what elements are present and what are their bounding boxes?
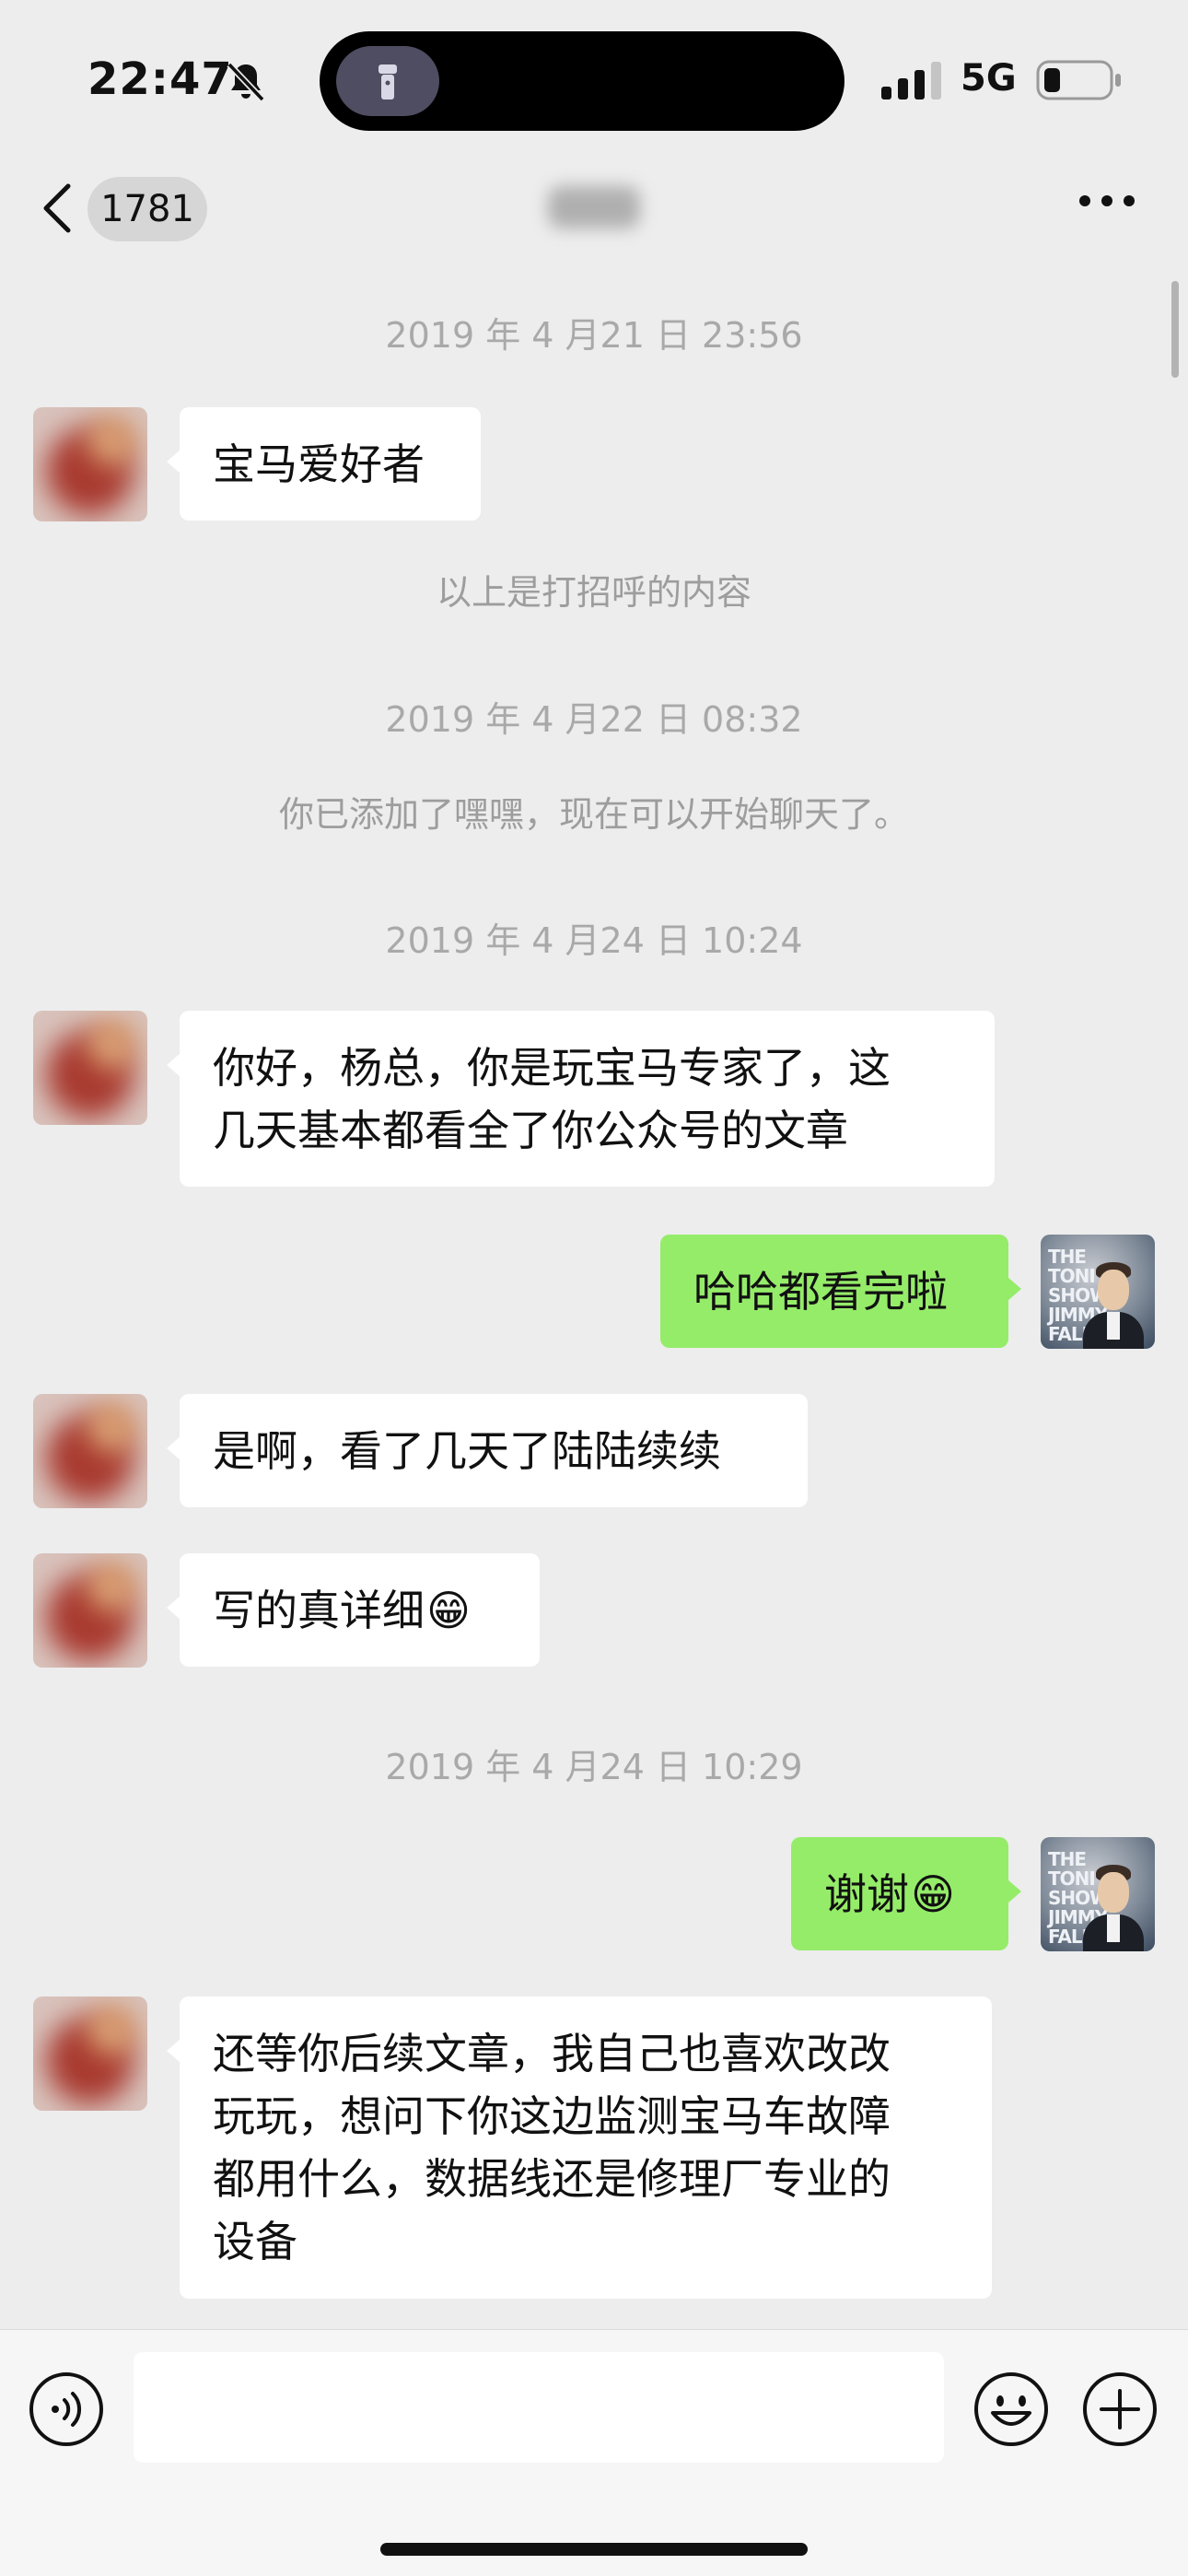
bell-slash-icon bbox=[227, 62, 265, 102]
dynamic-island bbox=[320, 31, 844, 131]
contact-avatar[interactable] bbox=[33, 1011, 147, 1125]
flashlight-indicator bbox=[336, 46, 439, 116]
incoming-message-bubble[interactable]: 写的真详细😁 bbox=[167, 1553, 540, 1667]
grinning-face-emoji: 😁 bbox=[426, 1585, 471, 1635]
message-timestamp: 2019 年 4 月21 日 23:56 bbox=[385, 315, 803, 356]
voice-icon[interactable] bbox=[28, 2371, 105, 2448]
network-type: 5G bbox=[961, 57, 1017, 100]
plus-icon[interactable] bbox=[1081, 2371, 1159, 2448]
chat-header: 1781 bbox=[0, 157, 1188, 263]
contact-avatar[interactable] bbox=[33, 1996, 147, 2111]
chat-input-bar bbox=[0, 2329, 1188, 2576]
self-avatar[interactable]: THE TONI SHOW JIMMY FALLON bbox=[1041, 1235, 1155, 1349]
status-bar: 22:47 5G bbox=[0, 0, 1188, 157]
cellular-signal-icon bbox=[881, 62, 941, 100]
self-avatar[interactable]: THE TONI SHOW JIMMY FALLON bbox=[1041, 1837, 1155, 1951]
message-timestamp: 2019 年 4 月24 日 10:29 bbox=[385, 1747, 803, 1787]
incoming-message-bubble[interactable]: 还等你后续文章，我自己也喜欢改改 玩玩，想问下你这边监测宝马车故障 都用什么，数… bbox=[167, 1996, 992, 2299]
system-message: 你已添加了嘿嘿，现在可以开始聊天了。 bbox=[278, 794, 909, 835]
incoming-message-bubble[interactable]: 是啊，看了几天了陆陆续续 bbox=[167, 1394, 808, 1507]
flashlight-icon bbox=[379, 64, 397, 100]
chevron-left-icon[interactable] bbox=[37, 179, 77, 238]
incoming-message-bubble[interactable]: 你好，杨总，你是玩宝马专家了，这 几天基本都看全了你公众号的文章 bbox=[167, 1011, 995, 1187]
grinning-face-emoji: 😁 bbox=[911, 1868, 955, 1919]
system-message: 以上是打招呼的内容 bbox=[436, 572, 751, 613]
incoming-message-bubble[interactable]: 宝马爱好者 bbox=[167, 407, 481, 521]
home-indicator[interactable] bbox=[380, 2543, 808, 2556]
emoji-icon[interactable] bbox=[973, 2371, 1050, 2448]
contact-avatar[interactable] bbox=[33, 1394, 147, 1508]
message-text: 谢谢 bbox=[824, 1869, 909, 1919]
message-text: 写的真详细 bbox=[213, 1586, 425, 1635]
outgoing-message-bubble[interactable]: 谢谢😁 bbox=[791, 1837, 1021, 1950]
status-time: 22:47 bbox=[87, 53, 233, 105]
ellipsis-icon[interactable] bbox=[1077, 192, 1136, 210]
unread-count-badge[interactable]: 1781 bbox=[87, 177, 207, 241]
contact-avatar[interactable] bbox=[33, 1553, 147, 1668]
contact-avatar[interactable] bbox=[33, 407, 147, 521]
outgoing-message-bubble[interactable]: 哈哈都看完啦 bbox=[660, 1235, 1021, 1348]
message-timestamp: 2019 年 4 月22 日 08:32 bbox=[385, 699, 803, 740]
chat-title-redacted bbox=[548, 186, 640, 228]
message-timestamp: 2019 年 4 月24 日 10:24 bbox=[385, 920, 803, 961]
battery-low-icon bbox=[1036, 60, 1121, 100]
message-input[interactable] bbox=[134, 2352, 944, 2463]
